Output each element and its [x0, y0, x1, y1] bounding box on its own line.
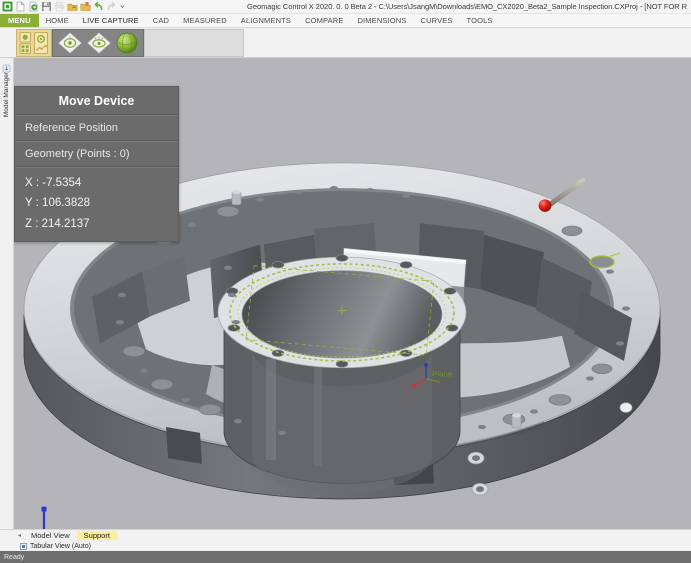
tab-dimensions[interactable]: DIMENSIONS [350, 14, 413, 27]
status-text: Ready [4, 554, 24, 561]
scan-tool-button[interactable] [86, 31, 112, 55]
coordinate-z: Z : 214.2137 [25, 214, 170, 234]
device-settings-button[interactable] [33, 31, 49, 55]
reference-position-row[interactable]: Reference Position [15, 115, 178, 141]
tab-menu[interactable]: MENU [0, 14, 39, 27]
ribbon-left-gutter [0, 28, 16, 57]
status-bar: Ready [0, 551, 691, 563]
tab-measured[interactable]: MEASURED [176, 14, 234, 27]
tab-curves[interactable]: CURVES [414, 14, 460, 27]
svg-text:Plane: Plane [432, 370, 453, 379]
pin-icon[interactable] [2, 60, 11, 69]
tab-tools[interactable]: TOOLS [460, 14, 500, 27]
application-window: Geomagic Control X 2020. 0. 0 Beta 2 - C… [0, 0, 691, 563]
ribbon-tab-strip: MENU HOME LIVE CAPTURE CAD MEASURED ALIG… [0, 14, 691, 28]
title-bar: Geomagic Control X 2020. 0. 0 Beta 2 - C… [0, 0, 691, 14]
model-manager-label: Model Manager [3, 72, 10, 117]
move-device-button[interactable] [115, 31, 139, 55]
ribbon-group-devices [16, 29, 52, 57]
tabular-view-label: Tabular View (Auto) [30, 543, 91, 550]
move-device-panel[interactable]: Move Device Reference Position Geometry … [14, 86, 179, 242]
tab-support[interactable]: Support [77, 531, 117, 541]
tabular-view-checkbox[interactable] [20, 543, 27, 550]
tab-alignments[interactable]: ALIGNMENTS [234, 14, 298, 27]
tab-home[interactable]: HOME [39, 14, 76, 27]
probe-tool-button[interactable] [57, 31, 83, 55]
main-area: Model Manager [0, 58, 691, 529]
tab-cad[interactable]: CAD [146, 14, 176, 27]
ribbon-group-empty [144, 29, 244, 57]
window-title: Geomagic Control X 2020. 0. 0 Beta 2 - C… [0, 2, 687, 11]
bottom-tab-bar: ◂ Model View Support Tabular View (Auto) [0, 529, 691, 551]
tab-scroll-left-icon[interactable]: ◂ [14, 533, 24, 539]
viewport-3d[interactable]: Plane [14, 58, 691, 529]
tab-live-capture[interactable]: LIVE CAPTURE [76, 14, 146, 27]
coordinate-x: X : -7.5354 [25, 173, 170, 193]
ribbon-command-bar [0, 28, 691, 58]
tabular-view-row[interactable]: Tabular View (Auto) [14, 541, 691, 552]
tab-compare[interactable]: COMPARE [298, 14, 350, 27]
device-grid-button[interactable] [19, 31, 32, 55]
central-bore [218, 255, 466, 493]
view-tab-row: ◂ Model View Support [14, 530, 691, 541]
move-device-title: Move Device [15, 87, 178, 115]
coordinate-readout: X : -7.5354 Y : 106.3828 Z : 214.2137 [15, 167, 178, 241]
probe-tip [539, 199, 552, 211]
ribbon-group-capture [52, 29, 144, 57]
geometry-points-row[interactable]: Geometry (Points : 0) [15, 141, 178, 167]
model-manager-dock[interactable]: Model Manager [0, 58, 14, 529]
tab-model-view[interactable]: Model View [24, 531, 77, 541]
coordinate-y: Y : 106.3828 [25, 193, 170, 213]
